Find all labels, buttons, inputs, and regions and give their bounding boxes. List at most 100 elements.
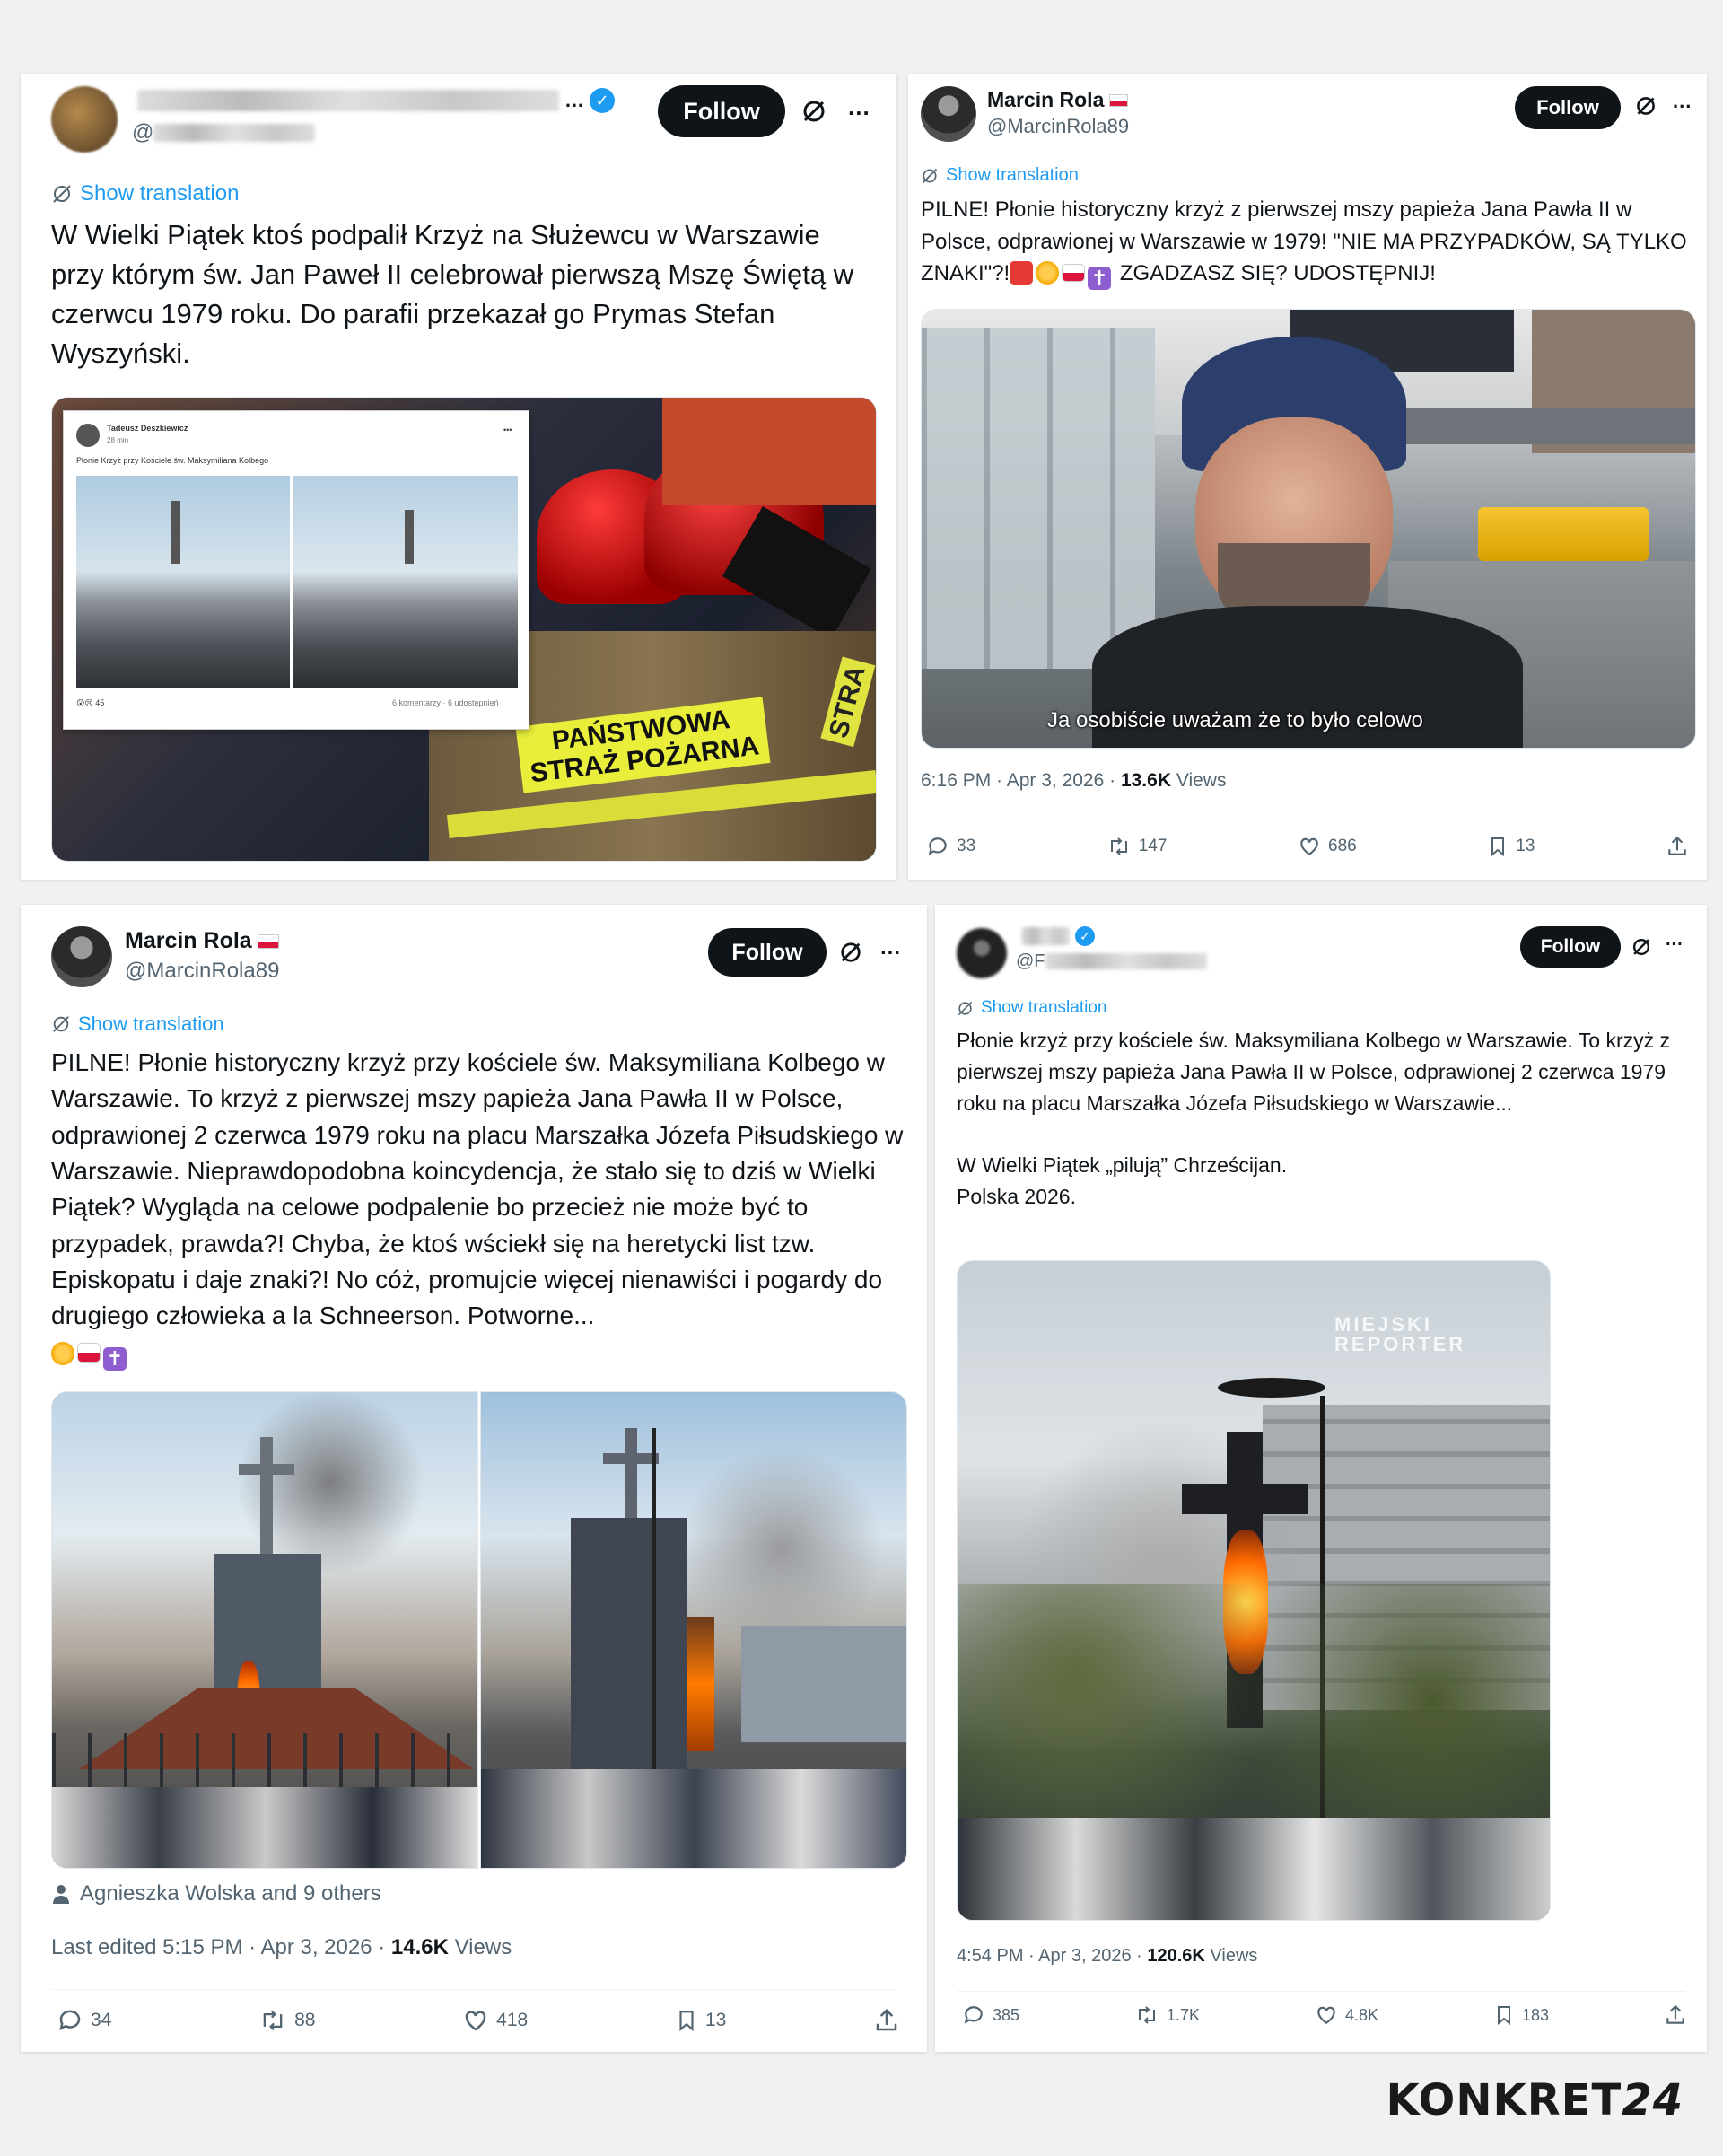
divider (957, 1991, 1685, 1992)
show-translation-link[interactable]: Show translation (957, 998, 1106, 1018)
tweet-meta: 4:54 PM · Apr 3, 2026 · 120.6K Views (957, 1946, 1258, 1966)
bookmark-icon (1497, 2006, 1510, 2026)
tweet-text: PILNE! Płonie historyczny krzyż z pierws… (921, 197, 1687, 291)
fb-text: Płonie Krzyż przy Kościele św. Maksymili… (76, 456, 269, 465)
author-avatar[interactable] (957, 928, 1007, 978)
show-translation-link[interactable]: Show translation (51, 181, 239, 206)
glass-fence (922, 328, 1155, 669)
tweet-video[interactable]: Ja osobiście uważam że to było celowo (921, 309, 1696, 749)
tweet-media[interactable]: MIEJSKI REPORTER (957, 1260, 1551, 1921)
tweet-text: PILNE! Płonie historyczny krzyż przy koś… (51, 1048, 904, 1371)
bookmark-icon (1491, 837, 1505, 857)
follow-button[interactable]: Follow (708, 928, 827, 977)
divider (51, 1989, 896, 1990)
cars (958, 1818, 1550, 1920)
heart-icon (1300, 837, 1318, 855)
author-avatar[interactable] (51, 86, 118, 153)
like-button[interactable]: 4.8K (1315, 2003, 1378, 2027)
building (741, 1626, 906, 1742)
share-button[interactable] (873, 2007, 900, 2034)
follow-button[interactable]: Follow (1515, 86, 1621, 129)
author-name[interactable]: … ✓ (132, 88, 615, 113)
fb-photo-left (76, 476, 290, 688)
poland-flag-emoji (77, 1342, 101, 1363)
tweet-text: W Wielki Piątek ktoś podpalił Krzyż na S… (51, 219, 854, 370)
tweet-media[interactable]: PAŃSTWOWA STRAŻ POŻARNA STRA Tadeusz Des… (51, 397, 877, 862)
fb-cross-right (405, 510, 414, 564)
tweet-media-left[interactable] (51, 1391, 478, 1869)
like-button[interactable]: 418 (462, 2007, 528, 2034)
author-name[interactable]: Marcin Rola (125, 928, 279, 954)
grok-icon[interactable] (801, 99, 827, 124)
reply-icon (59, 2010, 81, 2031)
fb-time: 28 min (107, 436, 129, 444)
author-handle[interactable]: @F (1016, 951, 1207, 972)
blurred-name (137, 90, 559, 111)
latin-cross-emoji: ✝ (103, 1346, 127, 1371)
follow-button[interactable]: Follow (658, 85, 785, 137)
video-subtitle: Ja osobiście uważam że to było celowo (1047, 708, 1423, 732)
grok-icon[interactable] (1631, 937, 1651, 957)
tweet-card-2: Marcin Rola @MarcinRola89 Follow ... Sho… (908, 74, 1707, 880)
grok-icon[interactable] (1635, 95, 1657, 117)
more-options-icon[interactable]: ... (880, 935, 901, 960)
bookmark-button[interactable]: 183 (1493, 2003, 1549, 2027)
reply-icon (964, 2006, 983, 2024)
tweet-text: Płonie krzyż przy kościele św. Maksymili… (957, 1029, 1671, 1208)
author-name[interactable]: Marcin Rola (987, 88, 1129, 112)
more-options-icon[interactable]: ... (1666, 930, 1684, 951)
repost-button[interactable]: 147 (1106, 835, 1167, 858)
repost-button[interactable]: 1.7K (1134, 2003, 1200, 2027)
translate-icon (53, 185, 71, 203)
reply-button[interactable]: 33 (926, 835, 975, 858)
fb-comments: 6 komentarzy · 6 udostępnień (392, 698, 499, 707)
translate-icon (53, 1016, 69, 1032)
bookmark-button[interactable]: 13 (1487, 835, 1535, 858)
cars (52, 1787, 477, 1868)
trees (958, 1584, 1550, 1818)
reply-button[interactable]: 385 (962, 2003, 1019, 2027)
author-handle[interactable]: @MarcinRola89 (125, 959, 279, 984)
repost-button[interactable]: 88 (258, 2007, 315, 2034)
cross-horizontal (239, 1464, 294, 1475)
follow-button[interactable]: Follow (1520, 926, 1621, 968)
fb-photo-right (293, 476, 518, 688)
like-button[interactable]: 686 (1298, 835, 1357, 858)
poland-flag-emoji (1062, 264, 1086, 283)
facebook-post-screenshot: Tadeusz Deszkiewicz 28 min ••• Płonie Kr… (63, 410, 529, 730)
action-bar: 33 147 686 13 (926, 835, 1689, 858)
fb-more: ••• (503, 425, 512, 434)
author-avatar[interactable] (921, 86, 976, 142)
tweet-card-4: ✓ @F Follow ... Show translation Płonie … (935, 905, 1707, 2052)
tweet-media-right[interactable] (480, 1391, 907, 1869)
action-bar: 385 1.7K 4.8K 183 (962, 2003, 1687, 2027)
person-icon (53, 1885, 69, 1904)
author-name[interactable]: ✓ (1016, 926, 1095, 946)
liked-by[interactable]: Agnieszka Wolska and 9 others (51, 1881, 381, 1906)
show-translation-link[interactable]: Show translation (921, 165, 1079, 186)
grok-icon[interactable] (839, 941, 862, 964)
repost-icon (263, 2010, 283, 2031)
tower (571, 1518, 687, 1787)
share-icon (876, 2008, 897, 2031)
rotating-light-emoji (1010, 261, 1034, 285)
pray-emoji (51, 1341, 74, 1365)
miejski-reporter-watermark: MIEJSKI REPORTER (1334, 1313, 1466, 1355)
share-button[interactable] (1664, 2003, 1687, 2027)
cars (481, 1769, 906, 1868)
author-handle[interactable]: @MarcinRola89 (987, 115, 1129, 138)
more-options-icon[interactable]: ... (848, 93, 870, 121)
share-button[interactable] (1666, 835, 1689, 858)
heart-icon (465, 2011, 486, 2031)
reply-button[interactable]: 34 (57, 2007, 111, 2034)
author-handle[interactable]: @ (132, 120, 316, 145)
blurred-name (1021, 927, 1070, 945)
bookmark-button[interactable]: 13 (675, 2007, 726, 2034)
author-avatar[interactable] (51, 926, 112, 987)
tram-yellow (1478, 507, 1649, 561)
verified-badge-icon: ✓ (590, 88, 615, 113)
repost-icon (1139, 2006, 1155, 2024)
show-translation-link[interactable]: Show translation (51, 1012, 224, 1036)
more-options-icon[interactable]: ... (1673, 90, 1692, 113)
street-lamp-head (1218, 1378, 1325, 1398)
